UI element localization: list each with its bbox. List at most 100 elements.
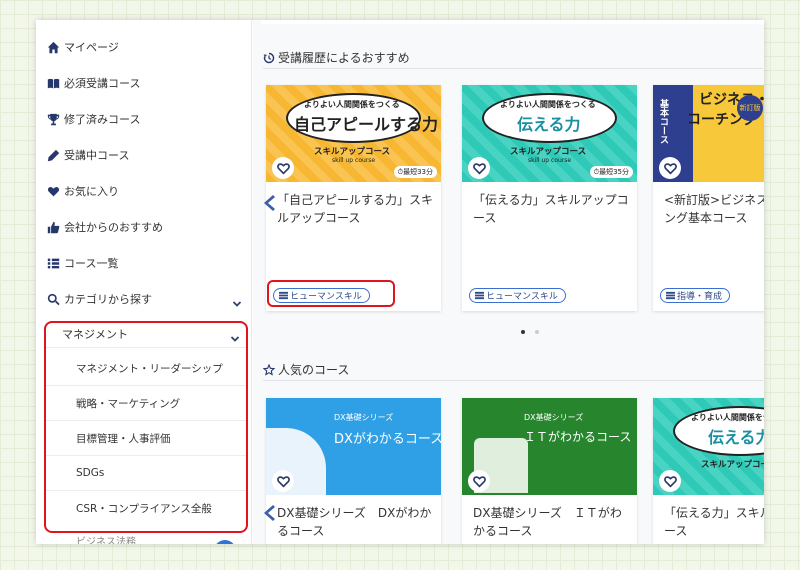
tag-icon <box>279 291 288 300</box>
submenu-item-label: SDGs <box>76 467 105 479</box>
course-card[interactable]: よりよい人間関係をつくる 伝える力 スキルアップコース 「伝える力」スキルアップ… <box>653 398 764 544</box>
course-title[interactable]: 「伝える力」スキルアップコース <box>664 504 764 540</box>
thumbs-up-icon <box>46 220 60 234</box>
book-icon <box>46 76 60 90</box>
thumbnail-title: 自己アピールする力 <box>294 115 439 134</box>
category-tag[interactable]: ヒューマンスキル <box>273 288 370 303</box>
course-card[interactable]: よりよい人間関係をつくる 自己アピールする力 スキルアップコース skill u… <box>266 85 441 311</box>
section-divider <box>263 380 763 381</box>
sidebar-item-partial[interactable]: ビジネス法務 <box>76 533 136 544</box>
sidebar-item-label: 受講中コース <box>64 149 130 162</box>
carousel-prev-icon[interactable] <box>260 502 278 524</box>
course-title[interactable]: DX基礎シリーズ ＩＴがわかるコース <box>473 504 631 540</box>
duration-text: 最短35分 <box>599 168 629 176</box>
course-title[interactable]: 「伝える力」スキルアップコース <box>473 191 631 227</box>
section-title-label: 受講履歴によるおすすめ <box>278 51 410 65</box>
list-icon <box>46 256 60 270</box>
favorite-button[interactable] <box>659 470 681 492</box>
thumbnail-subtitle: よりよい人間関係をつくる <box>304 100 400 109</box>
thumbnail-subtitle: DX基礎シリーズ <box>524 413 584 422</box>
submenu-item-goal-management[interactable]: 目標管理・人事評価 <box>46 421 246 456</box>
sidebar-item-company-recommendations[interactable]: 会社からのおすすめ <box>46 216 163 238</box>
tag-icon <box>475 291 484 300</box>
heart-outline-icon <box>663 162 677 175</box>
heart-icon <box>46 184 60 198</box>
category-tag[interactable]: 指導・育成 <box>660 288 731 303</box>
favorite-button[interactable] <box>272 157 294 179</box>
pencil-icon <box>46 148 60 162</box>
thumbnail-title: ＩＴがわかるコース <box>524 430 632 444</box>
favorite-button[interactable] <box>468 470 490 492</box>
thumbnail-english-label: skill up course <box>528 157 572 164</box>
sidebar-item-required-courses[interactable]: 必須受講コース <box>46 72 140 94</box>
course-title[interactable]: DX基礎シリーズ DXがわかるコース <box>277 504 435 540</box>
tag-icon <box>666 291 675 300</box>
carousel-dot[interactable] <box>535 330 539 334</box>
thumbnail-title: 伝える力 <box>517 115 581 134</box>
favorite-button[interactable] <box>468 157 490 179</box>
history-icon <box>263 52 275 64</box>
section-divider <box>263 68 763 69</box>
course-title[interactable]: <新訂版>ビジネス・コーチング基本コース <box>664 191 764 227</box>
course-card[interactable]: よりよい人間関係をつくる 伝える力 スキルアップコース skill up cou… <box>462 85 637 311</box>
tag-label: 指導・育成 <box>677 292 723 302</box>
submenu-item-label: 戦略・マーケティング <box>76 397 181 410</box>
sidebar-item-label: お気に入り <box>64 185 119 198</box>
section-title-popular: 人気のコース <box>263 361 349 378</box>
thumbnail-course-label: スキルアップコース <box>701 460 764 470</box>
top-strip <box>261 20 764 24</box>
chevron-down-icon[interactable] <box>230 329 240 342</box>
new-edition-badge: 新訂版 <box>737 95 763 121</box>
course-card[interactable]: DX基礎シリーズ DXがわかるコース DX基礎シリーズ DXがわかるコース <box>266 398 441 544</box>
submenu-item-label: 目標管理・人事評価 <box>76 432 171 445</box>
sidebar-item-completed-courses[interactable]: 修了済みコース <box>46 108 140 130</box>
sidebar-item-label: 必須受講コース <box>64 77 141 90</box>
sidebar-item-label: 会社からのおすすめ <box>64 221 163 234</box>
submenu-item-sdgs[interactable]: SDGs <box>46 456 246 491</box>
app-window: マイページ 必須受講コース 修了済みコース 受講中コース お気に入り 会社からの… <box>36 20 764 544</box>
submenu-item-label: マネジメント・リーダーシップ <box>76 362 223 375</box>
chevron-down-icon[interactable] <box>232 294 242 307</box>
favorite-button[interactable] <box>272 470 294 492</box>
submenu-header-label: マネジメント <box>62 327 128 341</box>
course-card[interactable]: DX基礎シリーズ ＩＴがわかるコース DX基礎シリーズ ＩＴがわかるコース <box>462 398 637 544</box>
thumbnail-english-label: skill up course <box>332 157 376 164</box>
course-title[interactable]: 「自己アピールする力」スキルアップコース <box>277 191 435 227</box>
carousel-dots <box>521 330 539 334</box>
category-tag[interactable]: ヒューマンスキル <box>469 288 566 303</box>
sidebar-item-browse-by-category[interactable]: カテゴリから探す <box>46 288 246 310</box>
favorite-button[interactable] <box>659 157 681 179</box>
tag-label: ヒューマンスキル <box>486 292 558 302</box>
thumbnail-subtitle: よりよい人間関係をつくる <box>691 413 764 422</box>
management-submenu: マネジメント マネジメント・リーダーシップ 戦略・マーケティング 目標管理・人事… <box>46 320 246 530</box>
heart-outline-icon <box>472 162 486 175</box>
thumbnail-title: DXがわかるコース <box>334 432 441 447</box>
course-card[interactable]: ビジネス・ コーチング 基本コース 新訂版 <新訂版>ビジネス・コーチング基本コ… <box>653 85 764 311</box>
heart-outline-icon <box>663 475 677 488</box>
submenu-item-csr-compliance[interactable]: CSR・コンプライアンス全般 <box>46 491 246 526</box>
sidebar-item-label: カテゴリから探す <box>64 293 152 306</box>
star-icon <box>263 363 275 376</box>
thumbnail-course-label: スキルアップコース <box>510 147 587 157</box>
heart-outline-icon <box>472 475 486 488</box>
sidebar-item-course-list[interactable]: コース一覧 <box>46 252 118 274</box>
thumbnail-course-label: スキルアップコース <box>314 147 391 157</box>
sidebar-item-mypage[interactable]: マイページ <box>46 36 119 58</box>
submenu-item-label: CSR・コンプライアンス全般 <box>76 503 212 515</box>
sidebar: マイページ 必須受講コース 修了済みコース 受講中コース お気に入り 会社からの… <box>36 20 252 544</box>
submenu-item-leadership[interactable]: マネジメント・リーダーシップ <box>46 351 246 386</box>
thumbnail-subtitle: DX基礎シリーズ <box>334 413 394 422</box>
badge-text: 新訂版 <box>739 104 761 112</box>
section-title-label: 人気のコース <box>278 363 350 377</box>
home-icon <box>46 40 60 54</box>
thumbnail-title: 伝える力 <box>708 428 764 447</box>
duration-badge: ⏱ 最短35分 <box>589 166 633 178</box>
sidebar-item-favorites[interactable]: お気に入り <box>46 180 119 202</box>
thumbnail-course-label: 基本コース <box>658 99 668 144</box>
submenu-item-strategy-marketing[interactable]: 戦略・マーケティング <box>46 386 246 421</box>
carousel-dot-active[interactable] <box>521 330 525 334</box>
submenu-header-management[interactable]: マネジメント <box>46 320 246 348</box>
carousel-prev-icon[interactable] <box>260 192 278 214</box>
section-title-recommend: 受講履歴によるおすすめ <box>263 49 410 66</box>
sidebar-item-in-progress-courses[interactable]: 受講中コース <box>46 144 129 166</box>
